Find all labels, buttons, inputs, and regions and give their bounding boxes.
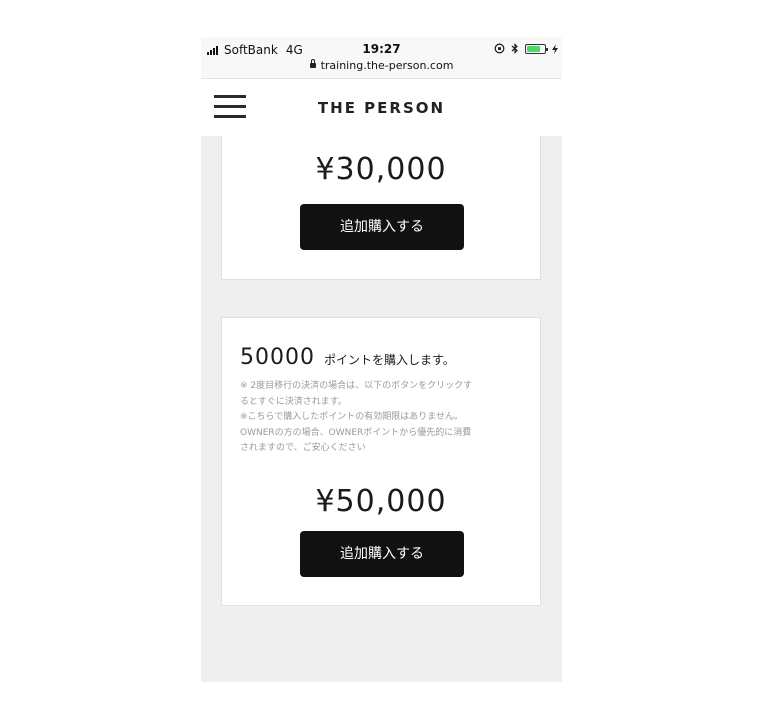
notice-line: されますので、ご安心ください xyxy=(240,443,366,453)
main-content: ¥30,000 追加購入する 50000 ポイントを購入します。 ※ 2度目移行… xyxy=(201,136,562,682)
notice-line: OWNERの方の場合、OWNERポイントから優先的に消費 xyxy=(240,427,472,438)
notice-line: るとすぐに決済されます。 xyxy=(240,396,347,407)
phone-screen: SoftBank 4G 19:27 training.the-person.co… xyxy=(201,37,562,682)
purchase-card: ¥30,000 追加購入する xyxy=(221,136,541,280)
points-amount: 50000 xyxy=(240,345,315,370)
battery-icon xyxy=(525,43,548,54)
charging-icon xyxy=(552,43,558,54)
price: ¥50,000 xyxy=(315,484,447,519)
notice-line: ※こちらで購入したポイントの有効期限はありません。 xyxy=(240,412,464,422)
address-bar[interactable]: training.the-person.com xyxy=(201,58,562,72)
orientation-lock-icon xyxy=(494,43,505,54)
payment-notice: ※ 2度目移行の決済の場合は、以下のボタンをクリックす るとすぐに決済されます。… xyxy=(240,379,528,457)
add-purchase-button[interactable]: 追加購入する xyxy=(300,531,464,577)
bluetooth-icon xyxy=(511,43,518,54)
points-heading: 50000 ポイントを購入します。 xyxy=(240,345,455,370)
purchase-card: 50000 ポイントを購入します。 ※ 2度目移行の決済の場合は、以下のボタンを… xyxy=(221,317,541,606)
points-description: ポイントを購入します。 xyxy=(324,353,455,367)
add-purchase-button[interactable]: 追加購入する xyxy=(300,204,464,250)
price: ¥30,000 xyxy=(315,152,447,187)
site-header: THE PERSON xyxy=(201,79,562,136)
brand-logo: THE PERSON xyxy=(317,99,446,117)
url-text: training.the-person.com xyxy=(320,59,454,72)
status-icons xyxy=(494,43,558,54)
status-bar: SoftBank 4G 19:27 training.the-person.co… xyxy=(201,37,562,79)
notice-line: ※ 2度目移行の決済の場合は、以下のボタンをクリックす xyxy=(240,381,473,391)
lock-icon xyxy=(309,58,316,68)
